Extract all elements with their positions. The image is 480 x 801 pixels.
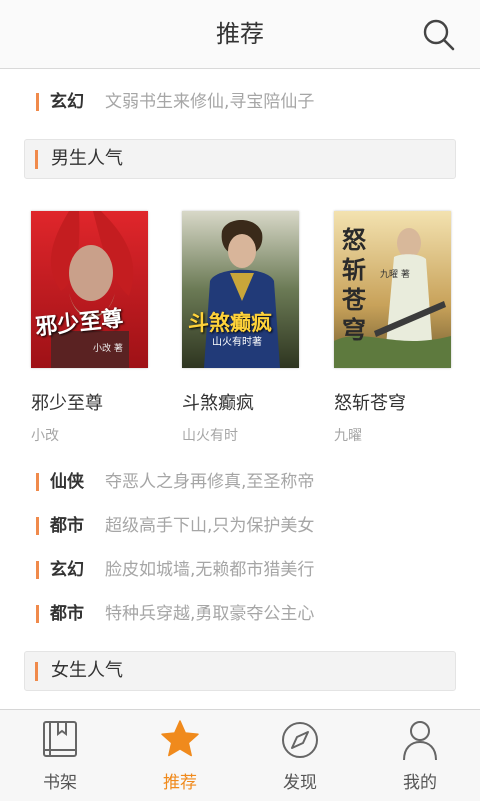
app-header: 推荐 xyxy=(0,0,480,69)
page-title: 推荐 xyxy=(216,20,264,48)
tab-label: 推荐 xyxy=(163,773,197,793)
bookshelf-icon xyxy=(43,721,77,757)
topic-description: 超级高手下山,只为保护美女 xyxy=(105,516,315,536)
search-icon xyxy=(423,19,455,51)
book-author: 小改 xyxy=(31,428,59,444)
section-title: 女生人气 xyxy=(51,660,123,681)
accent-bar xyxy=(36,93,39,111)
cover-author: 山火有时著 xyxy=(212,337,262,348)
topic-description: 特种兵穿越,勇取豪夺公主心 xyxy=(105,604,315,624)
star-icon xyxy=(161,720,199,757)
book-card[interactable]: 邪少至尊 小改 著 邪少至尊 小改 xyxy=(31,211,149,451)
section-title: 男生人气 xyxy=(51,148,123,169)
accent-bar xyxy=(36,605,39,623)
book-cover: 邪少至尊 小改 著 xyxy=(31,211,148,368)
book-author: 山火有时 xyxy=(182,428,238,444)
section-header-female: 女生人气 xyxy=(24,651,456,691)
cover-author: 九曜 著 xyxy=(380,270,410,280)
search-button[interactable] xyxy=(422,18,456,52)
accent-bar xyxy=(36,561,39,579)
cover-author: 小改 著 xyxy=(93,344,123,354)
book-title: 邪少至尊 xyxy=(31,393,103,414)
book-card[interactable]: 斗煞癫疯 山火有时著 斗煞癫疯 山火有时 xyxy=(182,211,300,451)
tab-mine[interactable]: 我的 xyxy=(360,710,480,801)
book-cover: 斗煞癫疯 山火有时著 xyxy=(182,211,299,368)
topic-category: 玄幻 xyxy=(50,92,84,112)
tab-recommend[interactable]: 推荐 xyxy=(120,710,240,801)
person-icon xyxy=(403,721,437,761)
tab-discover[interactable]: 发现 xyxy=(240,710,360,801)
topic-category: 仙侠 xyxy=(50,472,84,492)
book-cover: 怒斩苍穹 九曜 著 xyxy=(334,211,451,368)
tab-bookshelf[interactable]: 书架 xyxy=(0,710,120,801)
topic-description: 夺恶人之身再修真,至圣称帝 xyxy=(105,472,315,492)
accent-bar xyxy=(36,473,39,491)
topic-category: 玄幻 xyxy=(50,560,84,580)
topic-description: 文弱书生来修仙,寻宝陪仙子 xyxy=(105,92,315,112)
recommend-feed[interactable]: 玄幻 文弱书生来修仙,寻宝陪仙子 男生人气 邪少至尊 小改 著 邪少至尊 小改 … xyxy=(0,69,480,709)
accent-bar xyxy=(35,150,38,169)
book-author: 九曜 xyxy=(334,428,362,444)
compass-icon xyxy=(282,722,318,758)
tab-label: 发现 xyxy=(283,773,317,793)
book-card[interactable]: 怒斩苍穹 九曜 著 怒斩苍穹 九曜 xyxy=(334,211,452,451)
tab-label: 书架 xyxy=(43,773,77,793)
section-header-male: 男生人气 xyxy=(24,139,456,179)
topic-description: 脸皮如城墙,无赖都市猎美行 xyxy=(105,560,315,580)
cover-title: 怒斩苍穹 xyxy=(342,226,366,344)
book-title: 怒斩苍穹 xyxy=(334,393,406,414)
tab-label: 我的 xyxy=(403,773,437,793)
topic-category: 都市 xyxy=(50,516,84,536)
bottom-tab-bar: 书架 推荐 发现 我的 xyxy=(0,709,480,801)
accent-bar xyxy=(35,662,38,681)
accent-bar xyxy=(36,517,39,535)
topic-category: 都市 xyxy=(50,604,84,624)
book-title: 斗煞癫疯 xyxy=(182,393,254,414)
